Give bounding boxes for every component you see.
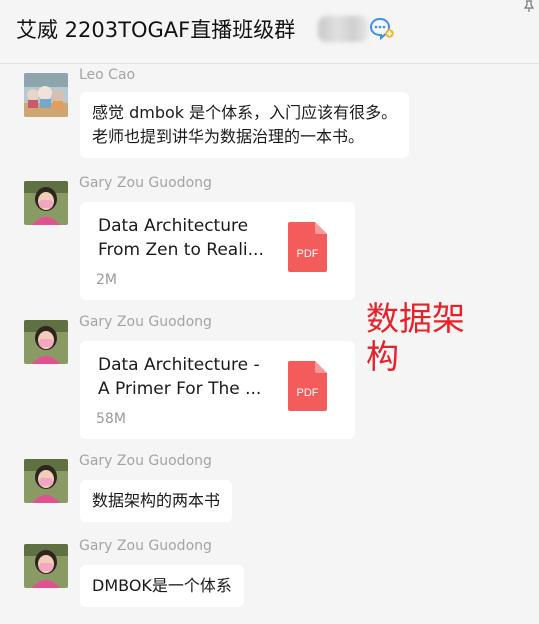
avatar-gary-zou[interactable] xyxy=(24,181,68,225)
message-text-line: 老师也提到讲华为数据治理的一本书。 xyxy=(92,127,365,146)
pdf-file-icon: PDF xyxy=(288,361,327,411)
pin-icon[interactable] xyxy=(522,0,536,12)
message-text-line: 感觉 dmbok 是个体系，入门应该有很多。 xyxy=(92,103,398,122)
file-size: 2M xyxy=(96,272,117,288)
pdf-icon-label: PDF xyxy=(297,248,319,260)
file-size: 58M xyxy=(96,411,126,427)
text-message-bubble[interactable]: 数据架构的两本书 xyxy=(80,480,233,522)
pdf-icon-label: PDF xyxy=(297,387,319,399)
message-text-line: DMBOK是一个体系 xyxy=(92,576,232,595)
annotation-line: 构 xyxy=(366,337,399,376)
file-name: Data Architecture - A Primer For The ... xyxy=(98,353,270,401)
text-message-bubble[interactable]: DMBOK是一个体系 xyxy=(80,565,244,607)
chat-header: 艾威 2203TOGAF直播班级群 xyxy=(0,0,539,64)
file-message-card[interactable]: Data Architecture - A Primer For The ...… xyxy=(80,341,355,439)
file-message-card[interactable]: Data Architecture From Zen to Reali... 2… xyxy=(80,202,355,300)
handwritten-annotation: 数据架 构 xyxy=(366,300,486,376)
blurred-name-redaction xyxy=(318,16,368,42)
avatar-gary-zou[interactable] xyxy=(24,544,68,588)
sender-name: Gary Zou Guodong xyxy=(79,175,212,191)
avatar-leo-cao[interactable] xyxy=(24,73,68,117)
text-message-bubble[interactable]: 感觉 dmbok 是个体系，入门应该有很多。 老师也提到讲华为数据治理的一本书。 xyxy=(80,92,410,158)
file-name: Data Architecture From Zen to Reali... xyxy=(98,214,270,262)
file-name-line: From Zen to Reali... xyxy=(98,240,264,260)
avatar-gary-zou[interactable] xyxy=(24,320,68,364)
chat-title[interactable]: 艾威 2203TOGAF直播班级群 xyxy=(16,14,295,44)
file-name-line: A Primer For The ... xyxy=(98,379,262,399)
avatar-gary-zou[interactable] xyxy=(24,459,68,503)
chat-bubble-plus-icon[interactable] xyxy=(369,16,395,40)
sender-name: Gary Zou Guodong xyxy=(79,453,212,469)
file-name-line: Data Architecture - xyxy=(98,355,260,375)
sender-name: Gary Zou Guodong xyxy=(79,314,212,330)
pdf-file-icon: PDF xyxy=(288,222,327,272)
sender-name: Gary Zou Guodong xyxy=(79,538,212,554)
sender-name: Leo Cao xyxy=(79,67,136,83)
annotation-line: 数据架 xyxy=(366,299,465,338)
message-text-line: 数据架构的两本书 xyxy=(92,491,221,510)
file-name-line: Data Architecture xyxy=(98,216,249,236)
